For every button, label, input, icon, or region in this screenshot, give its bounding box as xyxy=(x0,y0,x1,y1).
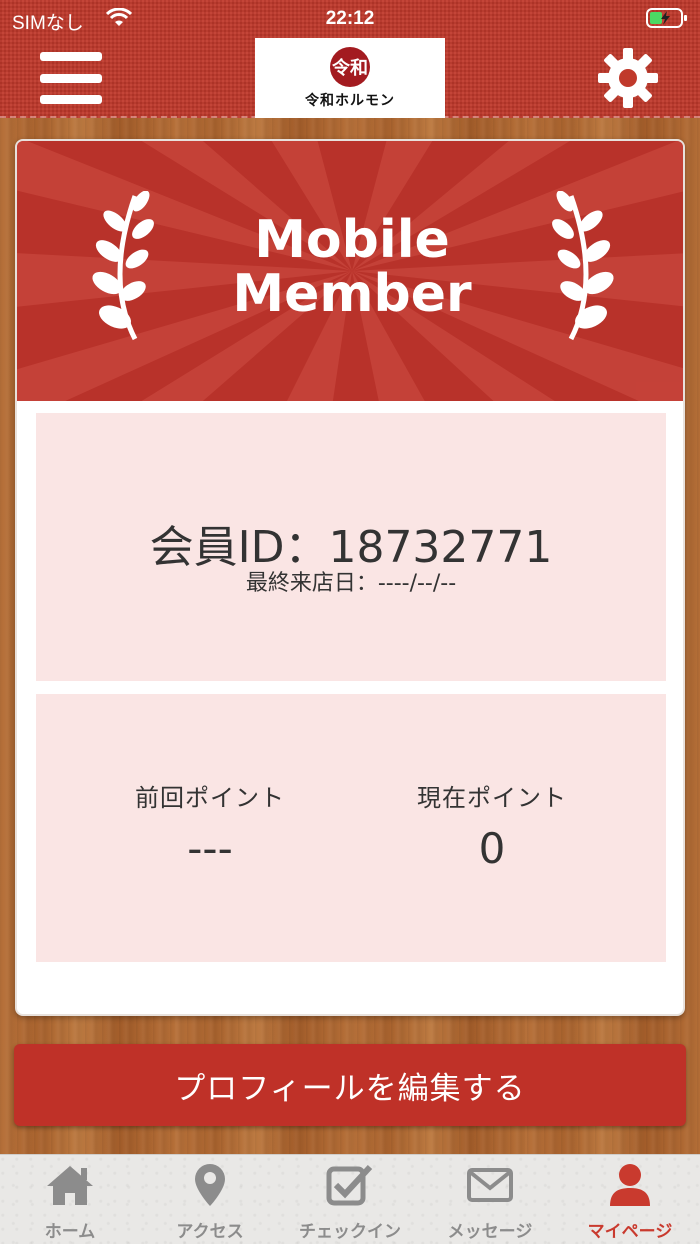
tab-label: チェックイン xyxy=(299,1222,401,1242)
battery-icon xyxy=(646,8,688,33)
menu-line xyxy=(40,95,102,104)
current-points-label: 現在ポイント xyxy=(417,784,567,812)
app-header: SIMなし 22:12 令和 令和ホルモン xyxy=(0,0,700,118)
tab-label: メッセージ xyxy=(447,1222,533,1242)
member-id-panel: 会員ID：18732771 最終来店日：----/--/-- xyxy=(36,413,666,681)
map-pin-icon xyxy=(184,1161,236,1209)
tab-access[interactable]: アクセス xyxy=(140,1161,280,1244)
menu-line xyxy=(40,52,102,61)
gear-icon xyxy=(598,48,658,108)
envelope-icon xyxy=(464,1161,516,1209)
settings-gear-button[interactable] xyxy=(596,46,660,110)
logo-text: 令和ホルモン xyxy=(305,92,395,109)
banner-title: Mobile Member xyxy=(232,210,472,324)
clock: 22:12 xyxy=(325,8,375,29)
member-banner: Mobile Member xyxy=(17,141,683,401)
checkbox-icon xyxy=(324,1161,376,1209)
tab-label: マイページ xyxy=(587,1222,673,1242)
status-bar: SIMなし 22:12 xyxy=(0,0,700,38)
logo-mark: 令和 xyxy=(330,46,370,87)
tab-checkin[interactable]: チェックイン xyxy=(280,1161,420,1244)
brand-logo: 令和 令和ホルモン xyxy=(255,38,445,118)
previous-points-label: 前回ポイント xyxy=(135,784,285,812)
tab-label: ホーム xyxy=(44,1222,96,1242)
bottom-tab-bar: ホーム アクセス チェックイン メッセージ マイページ xyxy=(0,1154,700,1244)
current-points-value: 0 xyxy=(478,824,506,873)
menu-line xyxy=(40,73,102,83)
tab-mypage[interactable]: マイページ xyxy=(560,1161,700,1244)
hamburger-menu-button[interactable] xyxy=(40,52,102,104)
last-visit-date: 最終来店日：----/--/-- xyxy=(245,571,457,596)
tab-message[interactable]: メッセージ xyxy=(420,1161,560,1244)
tab-home[interactable]: ホーム xyxy=(0,1161,140,1244)
user-icon xyxy=(604,1161,656,1209)
tab-label: アクセス xyxy=(176,1222,244,1242)
previous-points-value: --- xyxy=(187,824,233,873)
home-icon xyxy=(44,1161,96,1209)
points-panel: 前回ポイント --- 現在ポイント 0 xyxy=(36,694,666,962)
member-card: Mobile Member 会員ID：18732771 最終来店日：----/-… xyxy=(15,139,685,1016)
edit-profile-button[interactable]: プロフィールを編集する xyxy=(14,1044,686,1126)
